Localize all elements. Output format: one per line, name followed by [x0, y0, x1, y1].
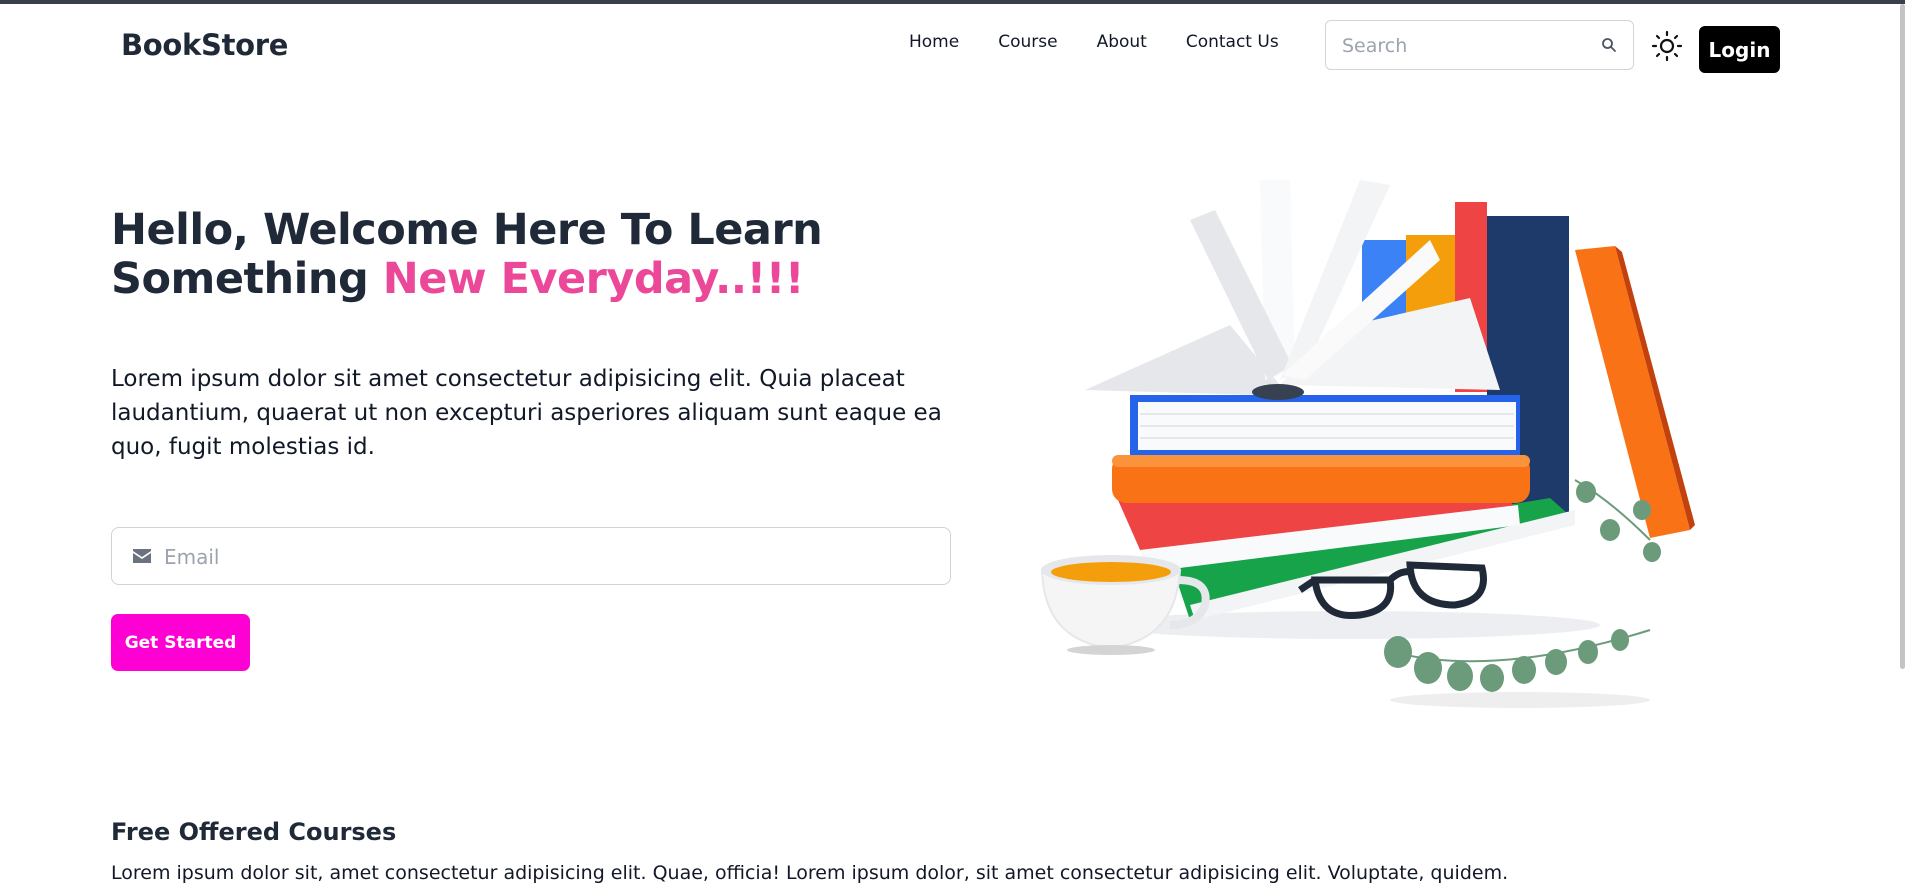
brand-logo[interactable]: BookStore	[121, 28, 288, 62]
get-started-button[interactable]: Get Started	[111, 614, 250, 671]
envelope-icon	[133, 549, 151, 563]
hero-title-line1: Hello, Welcome Here To Learn	[111, 205, 823, 255]
hero-description: Lorem ipsum dolor sit amet consectetur a…	[111, 366, 942, 460]
nav-links: Home Course About Contact Us	[909, 32, 1279, 52]
nav-link-about[interactable]: About	[1097, 32, 1147, 52]
page-scrollbar[interactable]	[1900, 4, 1905, 669]
nav-link-contact[interactable]: Contact Us	[1186, 32, 1279, 52]
sun-icon[interactable]	[1651, 30, 1683, 62]
hero-title-line2: Something	[111, 254, 383, 304]
login-button[interactable]: Login	[1699, 26, 1780, 73]
nav-link-home[interactable]: Home	[909, 32, 959, 52]
hero-title-accent: New Everyday..!!!	[382, 254, 805, 304]
email-field[interactable]	[162, 528, 936, 586]
search-input[interactable]	[1340, 21, 1594, 71]
hero-title: Hello, Welcome Here To Learn Something N…	[111, 206, 911, 304]
books-stack-illustration	[1040, 180, 1695, 708]
navbar: BookStore Home Course About Contact Us L…	[0, 4, 1905, 86]
email-field-wrapper	[111, 527, 951, 586]
search-icon[interactable]	[1601, 37, 1617, 53]
courses-section-description: Lorem ipsum dolor sit, amet consectetur …	[111, 862, 1509, 884]
courses-section-title: Free Offered Courses	[111, 818, 397, 846]
nav-link-course[interactable]: Course	[998, 32, 1057, 52]
search-box	[1325, 20, 1634, 71]
